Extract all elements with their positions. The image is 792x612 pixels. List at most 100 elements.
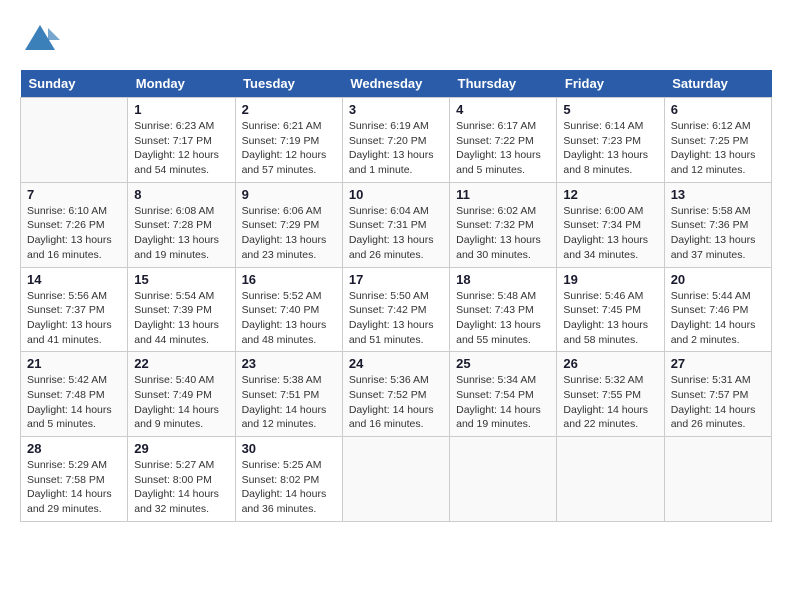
calendar-cell: 1 Sunrise: 6:23 AM Sunset: 7:17 PM Daylig… — [128, 98, 235, 183]
day-number: 30 — [242, 441, 336, 456]
day-number: 24 — [349, 356, 443, 371]
column-header-thursday: Thursday — [450, 70, 557, 98]
calendar-cell: 20 Sunrise: 5:44 AM Sunset: 7:46 PM Dayli… — [664, 267, 771, 352]
day-number: 13 — [671, 187, 765, 202]
calendar-cell: 5 Sunrise: 6:14 AM Sunset: 7:23 PM Daylig… — [557, 98, 664, 183]
day-info: Sunrise: 6:19 AM Sunset: 7:20 PM Dayligh… — [349, 119, 443, 178]
calendar-cell: 6 Sunrise: 6:12 AM Sunset: 7:25 PM Daylig… — [664, 98, 771, 183]
calendar-header-row: SundayMondayTuesdayWednesdayThursdayFrid… — [21, 70, 772, 98]
day-number: 27 — [671, 356, 765, 371]
calendar-week-row: 7 Sunrise: 6:10 AM Sunset: 7:26 PM Daylig… — [21, 182, 772, 267]
day-info: Sunrise: 5:56 AM Sunset: 7:37 PM Dayligh… — [27, 289, 121, 348]
logo-icon — [20, 20, 60, 60]
day-number: 21 — [27, 356, 121, 371]
calendar-week-row: 1 Sunrise: 6:23 AM Sunset: 7:17 PM Daylig… — [21, 98, 772, 183]
day-info: Sunrise: 5:58 AM Sunset: 7:36 PM Dayligh… — [671, 204, 765, 263]
day-info: Sunrise: 5:25 AM Sunset: 8:02 PM Dayligh… — [242, 458, 336, 517]
day-number: 8 — [134, 187, 228, 202]
day-number: 17 — [349, 272, 443, 287]
day-number: 18 — [456, 272, 550, 287]
calendar-cell: 12 Sunrise: 6:00 AM Sunset: 7:34 PM Dayli… — [557, 182, 664, 267]
calendar-cell: 11 Sunrise: 6:02 AM Sunset: 7:32 PM Dayli… — [450, 182, 557, 267]
calendar-cell: 3 Sunrise: 6:19 AM Sunset: 7:20 PM Daylig… — [342, 98, 449, 183]
calendar-cell: 18 Sunrise: 5:48 AM Sunset: 7:43 PM Dayli… — [450, 267, 557, 352]
calendar-cell — [450, 437, 557, 522]
calendar-cell: 8 Sunrise: 6:08 AM Sunset: 7:28 PM Daylig… — [128, 182, 235, 267]
day-info: Sunrise: 6:04 AM Sunset: 7:31 PM Dayligh… — [349, 204, 443, 263]
day-number: 23 — [242, 356, 336, 371]
day-info: Sunrise: 6:14 AM Sunset: 7:23 PM Dayligh… — [563, 119, 657, 178]
day-info: Sunrise: 5:48 AM Sunset: 7:43 PM Dayligh… — [456, 289, 550, 348]
calendar-cell: 23 Sunrise: 5:38 AM Sunset: 7:51 PM Dayli… — [235, 352, 342, 437]
column-header-tuesday: Tuesday — [235, 70, 342, 98]
day-info: Sunrise: 6:08 AM Sunset: 7:28 PM Dayligh… — [134, 204, 228, 263]
day-info: Sunrise: 6:06 AM Sunset: 7:29 PM Dayligh… — [242, 204, 336, 263]
day-info: Sunrise: 6:02 AM Sunset: 7:32 PM Dayligh… — [456, 204, 550, 263]
logo — [20, 20, 64, 60]
calendar-cell: 30 Sunrise: 5:25 AM Sunset: 8:02 PM Dayli… — [235, 437, 342, 522]
day-info: Sunrise: 5:29 AM Sunset: 7:58 PM Dayligh… — [27, 458, 121, 517]
day-number: 14 — [27, 272, 121, 287]
day-number: 9 — [242, 187, 336, 202]
calendar-cell: 9 Sunrise: 6:06 AM Sunset: 7:29 PM Daylig… — [235, 182, 342, 267]
day-number: 26 — [563, 356, 657, 371]
day-info: Sunrise: 6:23 AM Sunset: 7:17 PM Dayligh… — [134, 119, 228, 178]
day-number: 15 — [134, 272, 228, 287]
day-number: 20 — [671, 272, 765, 287]
day-number: 7 — [27, 187, 121, 202]
day-info: Sunrise: 5:50 AM Sunset: 7:42 PM Dayligh… — [349, 289, 443, 348]
day-number: 6 — [671, 102, 765, 117]
calendar-cell: 7 Sunrise: 6:10 AM Sunset: 7:26 PM Daylig… — [21, 182, 128, 267]
page-header — [20, 20, 772, 60]
calendar-cell: 21Sunrise: 5:42 AM Sunset: 7:48 PM Dayli… — [21, 352, 128, 437]
day-info: Sunrise: 6:12 AM Sunset: 7:25 PM Dayligh… — [671, 119, 765, 178]
day-number: 1 — [134, 102, 228, 117]
day-number: 2 — [242, 102, 336, 117]
column-header-monday: Monday — [128, 70, 235, 98]
day-number: 12 — [563, 187, 657, 202]
calendar-cell: 27 Sunrise: 5:31 AM Sunset: 7:57 PM Dayli… — [664, 352, 771, 437]
column-header-saturday: Saturday — [664, 70, 771, 98]
day-info: Sunrise: 5:52 AM Sunset: 7:40 PM Dayligh… — [242, 289, 336, 348]
day-number: 10 — [349, 187, 443, 202]
day-number: 19 — [563, 272, 657, 287]
column-header-sunday: Sunday — [21, 70, 128, 98]
calendar-cell: 13 Sunrise: 5:58 AM Sunset: 7:36 PM Dayli… — [664, 182, 771, 267]
day-info: Sunrise: 6:10 AM Sunset: 7:26 PM Dayligh… — [27, 204, 121, 263]
day-info: Sunrise: 5:46 AM Sunset: 7:45 PM Dayligh… — [563, 289, 657, 348]
calendar-cell — [664, 437, 771, 522]
calendar-cell: 17 Sunrise: 5:50 AM Sunset: 7:42 PM Dayli… — [342, 267, 449, 352]
calendar-cell: 10 Sunrise: 6:04 AM Sunset: 7:31 PM Dayli… — [342, 182, 449, 267]
day-number: 3 — [349, 102, 443, 117]
calendar-cell: 19 Sunrise: 5:46 AM Sunset: 7:45 PM Dayli… — [557, 267, 664, 352]
day-info: Sunrise: 5:40 AM Sunset: 7:49 PM Dayligh… — [134, 373, 228, 432]
day-number: 28 — [27, 441, 121, 456]
calendar-cell: 29 Sunrise: 5:27 AM Sunset: 8:00 PM Dayli… — [128, 437, 235, 522]
day-info: Sunrise: 5:34 AM Sunset: 7:54 PM Dayligh… — [456, 373, 550, 432]
calendar-cell — [342, 437, 449, 522]
day-info: Sunrise: 5:31 AM Sunset: 7:57 PM Dayligh… — [671, 373, 765, 432]
calendar-cell: 28 Sunrise: 5:29 AM Sunset: 7:58 PM Dayli… — [21, 437, 128, 522]
calendar-cell — [21, 98, 128, 183]
day-number: 16 — [242, 272, 336, 287]
day-info: Sunrise: 5:36 AM Sunset: 7:52 PM Dayligh… — [349, 373, 443, 432]
day-info: Sunrise: 6:00 AM Sunset: 7:34 PM Dayligh… — [563, 204, 657, 263]
calendar-cell: 26 Sunrise: 5:32 AM Sunset: 7:55 PM Dayli… — [557, 352, 664, 437]
calendar-cell: 4Sunrise: 6:17 AM Sunset: 7:22 PM Daylig… — [450, 98, 557, 183]
day-number: 29 — [134, 441, 228, 456]
day-number: 11 — [456, 187, 550, 202]
day-number: 5 — [563, 102, 657, 117]
day-info: Sunrise: 5:32 AM Sunset: 7:55 PM Dayligh… — [563, 373, 657, 432]
day-info: Sunrise: 5:44 AM Sunset: 7:46 PM Dayligh… — [671, 289, 765, 348]
day-info: Sunrise: 5:27 AM Sunset: 8:00 PM Dayligh… — [134, 458, 228, 517]
calendar-cell: 22Sunrise: 5:40 AM Sunset: 7:49 PM Dayli… — [128, 352, 235, 437]
calendar-cell: 16 Sunrise: 5:52 AM Sunset: 7:40 PM Dayli… — [235, 267, 342, 352]
day-number: 4 — [456, 102, 550, 117]
calendar-cell — [557, 437, 664, 522]
calendar-week-row: 21Sunrise: 5:42 AM Sunset: 7:48 PM Dayli… — [21, 352, 772, 437]
day-info: Sunrise: 5:38 AM Sunset: 7:51 PM Dayligh… — [242, 373, 336, 432]
calendar-cell: 15Sunrise: 5:54 AM Sunset: 7:39 PM Dayli… — [128, 267, 235, 352]
day-number: 25 — [456, 356, 550, 371]
calendar-table: SundayMondayTuesdayWednesdayThursdayFrid… — [20, 70, 772, 522]
calendar-cell: 25 Sunrise: 5:34 AM Sunset: 7:54 PM Dayli… — [450, 352, 557, 437]
